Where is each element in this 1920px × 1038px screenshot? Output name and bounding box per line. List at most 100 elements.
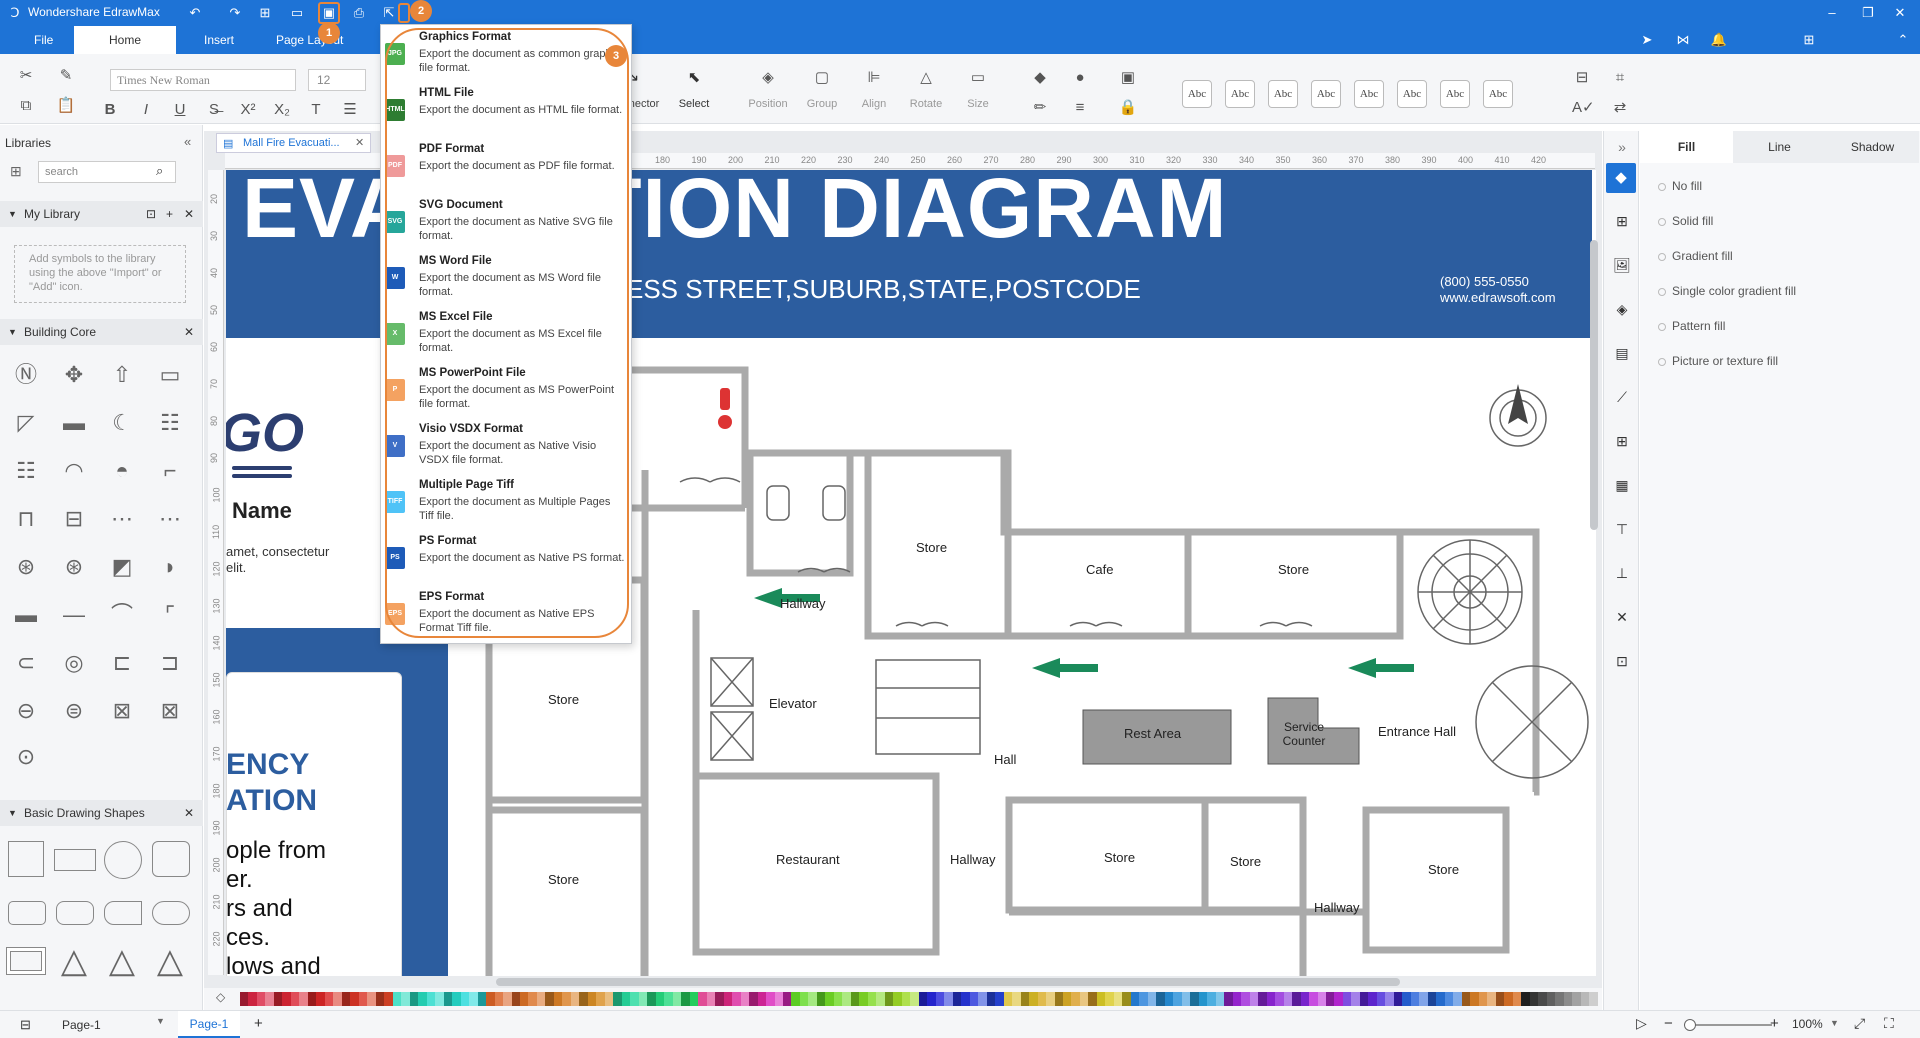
color-swatch[interactable] (1258, 992, 1267, 1006)
copy-icon[interactable]: ⧉ (16, 96, 36, 116)
strikethrough-icon[interactable]: S̶ (204, 100, 224, 120)
color-swatch[interactable] (647, 992, 656, 1006)
color-swatch[interactable] (1495, 992, 1505, 1006)
color-swatch[interactable] (850, 992, 860, 1006)
color-swatch[interactable] (918, 992, 928, 1006)
close-icon[interactable]: ✕ (184, 201, 194, 227)
fullscreen-icon[interactable]: ⛶ (1884, 1015, 1894, 1032)
triangle-shape[interactable]: △ (54, 943, 94, 979)
color-swatch[interactable] (503, 992, 512, 1006)
color-swatch[interactable] (426, 992, 436, 1006)
shower-shape[interactable]: ⊐ (150, 645, 190, 681)
color-swatch[interactable] (1453, 992, 1462, 1006)
color-swatch[interactable] (570, 992, 580, 1006)
color-swatch[interactable] (1190, 992, 1199, 1006)
color-swatch[interactable] (350, 992, 359, 1006)
zoom-slider-handle[interactable] (1684, 1019, 1696, 1031)
horizontal-scrollbar[interactable] (496, 978, 1400, 986)
color-swatch[interactable] (341, 992, 351, 1006)
color-swatch[interactable] (1342, 992, 1352, 1006)
frame-icon[interactable]: ▣ (1118, 68, 1138, 88)
zoom-level[interactable]: 100% (1792, 1017, 1823, 1031)
color-swatch[interactable] (587, 992, 597, 1006)
layers-icon[interactable]: ◈ (1612, 299, 1632, 319)
arrow-up-shape[interactable]: ⇧ (102, 357, 142, 393)
close-icon[interactable]: ✕ (184, 319, 194, 345)
zoom-in-icon[interactable]: + (1770, 1015, 1779, 1032)
new-icon[interactable]: ⊞ (256, 4, 274, 22)
menu-file[interactable]: File (18, 26, 69, 54)
tab-shadow[interactable]: Shadow (1826, 131, 1919, 163)
fill-option-gradient[interactable]: Gradient fill (1658, 249, 1733, 263)
washer-shape[interactable]: ⊖ (6, 693, 46, 729)
color-swatch[interactable] (435, 992, 444, 1006)
color-swatch[interactable] (995, 992, 1004, 1006)
line-style-icon[interactable]: ≡ (1070, 98, 1090, 118)
lock-icon[interactable]: 🔒 (1118, 98, 1138, 118)
expand-panel-icon[interactable]: » (1612, 137, 1632, 157)
color-swatch[interactable] (316, 992, 325, 1006)
color-swatch[interactable] (477, 992, 487, 1006)
color-swatch[interactable] (1071, 992, 1080, 1006)
color-swatch[interactable] (783, 992, 792, 1006)
add-icon[interactable]: + (166, 201, 173, 227)
stair-straight-shape[interactable]: ☷ (6, 453, 46, 489)
sink-shape[interactable]: ◎ (54, 645, 94, 681)
export-item-ms-word-file[interactable]: W MS Word File Export the document as MS W… (381, 253, 631, 309)
close-icon[interactable]: ✕ (184, 800, 194, 826)
color-swatch[interactable] (1309, 992, 1318, 1006)
color-swatch[interactable] (401, 992, 410, 1006)
org-chart-icon[interactable]: ⊥ (1612, 563, 1632, 583)
menu-home[interactable]: Home (74, 26, 176, 54)
document-tab[interactable]: ▤ Mall Fire Evacuati... ✕ (216, 133, 371, 153)
color-swatch[interactable] (1359, 992, 1369, 1006)
color-swatch[interactable] (1572, 992, 1581, 1006)
color-swatch[interactable] (867, 992, 877, 1006)
color-swatch[interactable] (1512, 992, 1522, 1006)
color-swatch[interactable] (1215, 992, 1225, 1006)
color-swatch[interactable] (757, 992, 767, 1006)
fill-panel-icon[interactable]: ◆ (1606, 163, 1636, 193)
color-swatch[interactable] (1249, 992, 1259, 1006)
export-item-ps-format[interactable]: PS PS Format Export the document as Native… (381, 533, 631, 589)
stair-curve-shape[interactable]: ◠ (54, 453, 94, 489)
color-swatch[interactable] (1122, 992, 1131, 1006)
align-icon[interactable]: ⊫ (864, 68, 884, 88)
page-tab[interactable]: Page-1 (178, 1011, 240, 1038)
page-view-icon[interactable]: ⊟ (20, 1017, 31, 1033)
color-swatch[interactable] (265, 992, 274, 1006)
color-swatch[interactable] (333, 992, 342, 1006)
color-swatch[interactable] (324, 992, 334, 1006)
minimize-icon[interactable]: – (1823, 4, 1841, 22)
color-swatch[interactable] (1181, 992, 1191, 1006)
basic-shapes-header[interactable]: ▼ Basic Drawing Shapes ✕ (0, 800, 203, 826)
fill-picker-icon[interactable]: ◇ (216, 990, 225, 1004)
color-swatch[interactable] (307, 992, 317, 1006)
square-shape[interactable] (8, 841, 44, 877)
color-swatch[interactable] (460, 992, 470, 1006)
fill-option-no-fill[interactable]: No fill (1658, 179, 1702, 193)
rounded-square-shape[interactable] (152, 841, 190, 877)
color-swatch[interactable] (452, 992, 461, 1006)
color-swatch[interactable] (1266, 992, 1276, 1006)
color-swatch[interactable] (1113, 992, 1123, 1006)
frame-shape[interactable] (6, 947, 46, 975)
color-swatch[interactable] (664, 992, 673, 1006)
color-swatch[interactable] (494, 992, 504, 1006)
zoom-slider[interactable] (1684, 1024, 1772, 1026)
direction-shape[interactable]: ✥ (54, 357, 94, 393)
color-swatch[interactable] (579, 992, 588, 1006)
color-swatch[interactable] (418, 992, 427, 1006)
color-swatch[interactable] (876, 992, 885, 1006)
color-swatch[interactable] (766, 992, 775, 1006)
chart-icon[interactable]: ⟋ (1612, 387, 1632, 407)
color-swatch[interactable] (1037, 992, 1047, 1006)
stairs-shape[interactable]: ☷ (150, 405, 190, 441)
color-swatch[interactable] (1376, 992, 1386, 1006)
style-preset-2[interactable]: Abc (1225, 80, 1255, 108)
connector-icon[interactable]: ↘ (626, 66, 666, 90)
color-swatch[interactable] (1292, 992, 1301, 1006)
export-item-ms-powerpoint-file[interactable]: P MS PowerPoint File Export the document a… (381, 365, 631, 421)
color-swatch[interactable] (978, 992, 987, 1006)
close-tab-icon[interactable]: ✕ (355, 134, 364, 152)
